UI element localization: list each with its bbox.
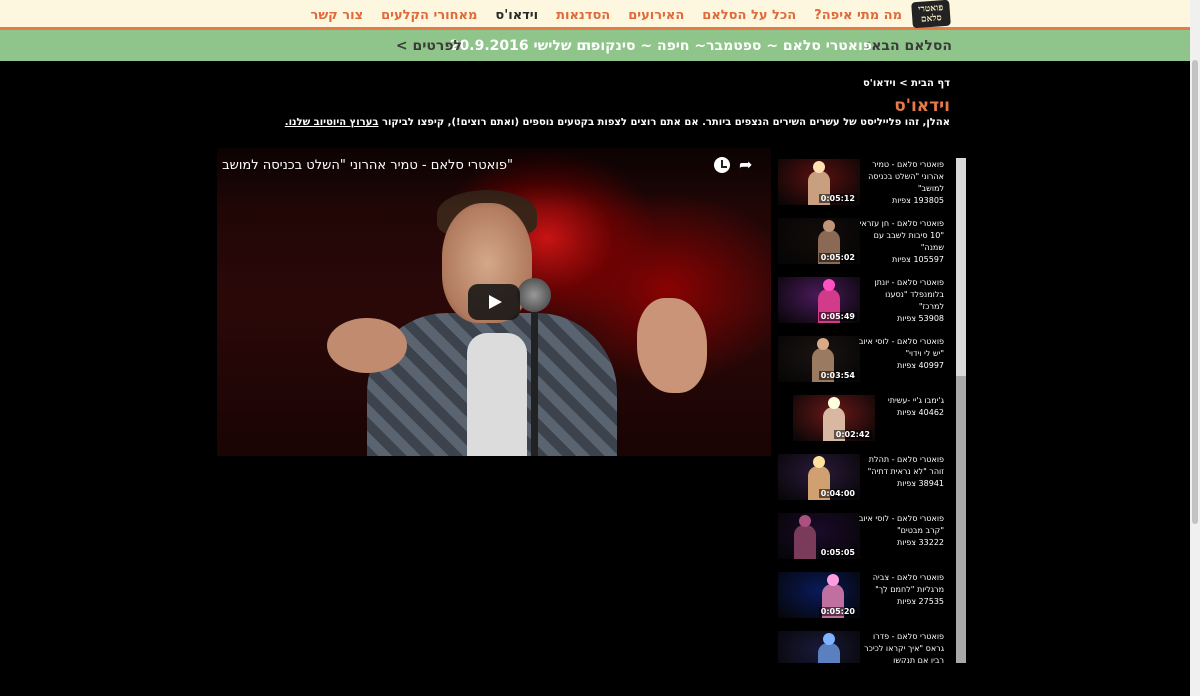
share-icon[interactable]: ➦ bbox=[739, 156, 757, 174]
video-info: פואטרי סלאם - תהלת זוהר "לא נראית דתיה" … bbox=[858, 454, 944, 490]
nav-item-contact[interactable]: צור קשר bbox=[311, 8, 364, 23]
video-item-title: פואטרי סלאם - תהלת זוהר "לא נראית דתיה" bbox=[867, 455, 944, 476]
video-thumbnail[interactable]: 0:04:00 bbox=[778, 454, 860, 500]
video-views: 105597 צפיות bbox=[891, 255, 944, 264]
page-scrollbar-thumb[interactable] bbox=[1192, 60, 1198, 524]
playlist-item[interactable]: 0:05:20 פואטרי סלאם - צביה מרגליות "לחמם… bbox=[776, 571, 954, 627]
video-thumbnail[interactable]: 0:05:05 bbox=[778, 513, 860, 559]
breadcrumb[interactable]: דף הבית > וידאו'ס bbox=[863, 78, 950, 89]
playlist-item[interactable]: 0:05:05 פואטרי סלאם - לוסי איוב "קרב מבט… bbox=[776, 512, 954, 568]
next-slam-banner: הסלאם הבא: פואטרי סלאם ~ ספטמבר~ חיפה ~ … bbox=[0, 30, 1190, 61]
video-info: פואטרי סלאם - יונתן בלומנפלד "נסענו למרכ… bbox=[858, 277, 944, 325]
video-thumbnail[interactable]: 0:05:02 bbox=[778, 218, 860, 264]
video-info: פואטרי סלאם - פדרו גראס "איך יקראו לכיכר… bbox=[858, 631, 944, 663]
nav-menu: מה מתי איפה? הכל על הסלאם האירועים הסדנא… bbox=[311, 0, 903, 30]
thumbnail-figure bbox=[818, 643, 840, 663]
video-duration: 0:04:00 bbox=[818, 489, 857, 498]
intro-body: אהלן, זהו פלייליסט של עשרים השירים הנצפי… bbox=[381, 117, 950, 128]
video-frame-hand bbox=[327, 318, 407, 373]
playlist-item[interactable]: פואטרי סלאם - פדרו גראס "איך יקראו לכיכר… bbox=[776, 630, 954, 663]
video-thumbnail[interactable]: 0:05:12 bbox=[778, 159, 860, 205]
page-title: וידאו'ס bbox=[894, 96, 950, 116]
video-thumbnail[interactable]: 0:03:54 bbox=[778, 336, 860, 382]
video-info: פואטרי סלאם - טמיר אהרוני "השלט בכניסה ל… bbox=[858, 159, 944, 207]
video-playlist: 0:05:12 פואטרי סלאם - טמיר אהרוני "השלט … bbox=[776, 158, 966, 663]
video-title[interactable]: "פואטרי סלאם - טמיר אהרוני "השלט בכניסה … bbox=[222, 158, 513, 173]
video-item-title: פואטרי סלאם - חן עזראי "10 סיבות לשבב עם… bbox=[859, 219, 944, 252]
site-logo[interactable]: פואטרי סלאם bbox=[911, 0, 951, 29]
video-frame-shirt bbox=[467, 333, 527, 456]
video-duration: 0:05:02 bbox=[818, 253, 857, 262]
video-item-title: פואטרי סלאם - יונתן בלומנפלד "נסענו למרכ… bbox=[874, 278, 944, 311]
video-title-shade bbox=[217, 148, 771, 208]
logo-line-2: סלאם bbox=[920, 13, 943, 25]
video-item-title: פואטרי סלאם - טמיר אהרוני "השלט בכניסה ל… bbox=[868, 160, 944, 193]
video-views: 40997 צפיות bbox=[897, 361, 944, 370]
video-thumbnail[interactable]: 0:05:49 bbox=[778, 277, 860, 323]
video-views: 33222 צפיות bbox=[897, 538, 944, 547]
video-duration: 0:03:54 bbox=[818, 371, 857, 380]
video-item-title: פואטרי סלאם - לוסי איוב "קרב מבטים" bbox=[858, 514, 944, 535]
video-info: פואטרי סלאם - חן עזראי "10 סיבות לשבב עם… bbox=[858, 218, 944, 266]
nav-item-events[interactable]: האירועים bbox=[628, 8, 684, 23]
video-item-title: ג'ימבו ג'יי -עשיתי bbox=[887, 396, 944, 405]
video-info: פואטרי סלאם - לוסי איוב "יש לי וידוי" 40… bbox=[858, 336, 944, 372]
next-slam-text: פואטרי סלאם ~ ספטמבר~ חיפה ~ סינקופה bbox=[581, 37, 872, 54]
playlist-item[interactable]: 0:05:49 פואטרי סלאם - יונתן בלומנפלד "נס… bbox=[776, 276, 954, 332]
page-scrollbar[interactable] bbox=[1190, 0, 1200, 696]
video-item-title: פואטרי סלאם - פדרו גראס "איך יקראו לכיכר… bbox=[864, 632, 944, 663]
top-navigation: פואטרי סלאם מה מתי איפה? הכל על הסלאם הא… bbox=[0, 0, 1190, 30]
video-duration: 0:05:49 bbox=[818, 312, 857, 321]
playlist-item[interactable]: 0:03:54 פואטרי סלאם - לוסי איוב "יש לי ו… bbox=[776, 335, 954, 391]
nav-item-behind-the-scenes[interactable]: מאחורי הקלעים bbox=[381, 8, 477, 23]
playlist-item[interactable]: 0:05:02 פואטרי סלאם - חן עזראי "10 סיבות… bbox=[776, 217, 954, 273]
video-info: ג'ימבו ג'יי -עשיתי 40462 צפיות bbox=[858, 395, 944, 419]
nav-item-about-slam[interactable]: הכל על הסלאם bbox=[702, 8, 796, 23]
nav-item-videos[interactable]: וידאו'ס bbox=[495, 8, 538, 23]
next-slam-label: הסלאם הבא: bbox=[865, 37, 952, 54]
intro-text: אהלן, זהו פלייליסט של עשרים השירים הנצפי… bbox=[285, 117, 950, 128]
next-slam-date: יום שלישי 20.9.2016 bbox=[449, 37, 595, 54]
nav-item-workshops[interactable]: הסדנאות bbox=[556, 8, 610, 23]
video-item-title: פואטרי סלאם - לוסי איוב "יש לי וידוי" bbox=[858, 337, 944, 358]
video-player[interactable]: "פואטרי סלאם - טמיר אהרוני "השלט בכניסה … bbox=[217, 148, 771, 456]
video-duration: 0:05:05 bbox=[818, 548, 857, 557]
video-item-title: פואטרי סלאם - צביה מרגליות "לחמם לך" bbox=[872, 573, 944, 594]
video-duration: 0:05:12 bbox=[818, 194, 857, 203]
video-frame-microphone bbox=[517, 278, 551, 312]
video-frame-hand bbox=[637, 298, 707, 393]
video-frame-mic-stand bbox=[531, 308, 538, 456]
details-link[interactable]: לפרטים > bbox=[396, 38, 462, 54]
playlist-item[interactable]: 0:04:00 פואטרי סלאם - תהלת זוהר "לא נראי… bbox=[776, 453, 954, 509]
thumbnail-figure bbox=[794, 525, 816, 559]
video-thumbnail[interactable]: 0:05:20 bbox=[778, 572, 860, 618]
play-icon[interactable] bbox=[468, 284, 520, 320]
video-views: 40462 צפיות bbox=[897, 408, 944, 417]
video-views: 27535 צפיות bbox=[897, 597, 944, 606]
playlist-item[interactable]: 0:05:12 פואטרי סלאם - טמיר אהרוני "השלט … bbox=[776, 158, 954, 214]
video-views: 38941 צפיות bbox=[897, 479, 944, 488]
clock-icon[interactable] bbox=[714, 157, 730, 173]
video-info: פואטרי סלאם - לוסי איוב "קרב מבטים" 3322… bbox=[858, 513, 944, 549]
video-duration: 0:05:20 bbox=[818, 607, 857, 616]
video-views: 193805 צפיות bbox=[891, 196, 944, 205]
video-info: פואטרי סלאם - צביה מרגליות "לחמם לך" 275… bbox=[858, 572, 944, 608]
youtube-channel-link[interactable]: בערוץ היוטיוב שלנו. bbox=[285, 117, 379, 128]
video-thumbnail[interactable] bbox=[778, 631, 860, 663]
nav-item-what-when-where[interactable]: מה מתי איפה? bbox=[814, 8, 902, 23]
playlist-scrollbar[interactable] bbox=[956, 158, 966, 663]
playlist-scrollbar-thumb[interactable] bbox=[956, 376, 966, 663]
video-duration: 0:02:42 bbox=[833, 430, 872, 439]
video-views: 53908 צפיות bbox=[897, 314, 944, 323]
playlist-item[interactable]: 0:02:42 ג'ימבו ג'יי -עשיתי 40462 צפיות bbox=[776, 394, 954, 450]
